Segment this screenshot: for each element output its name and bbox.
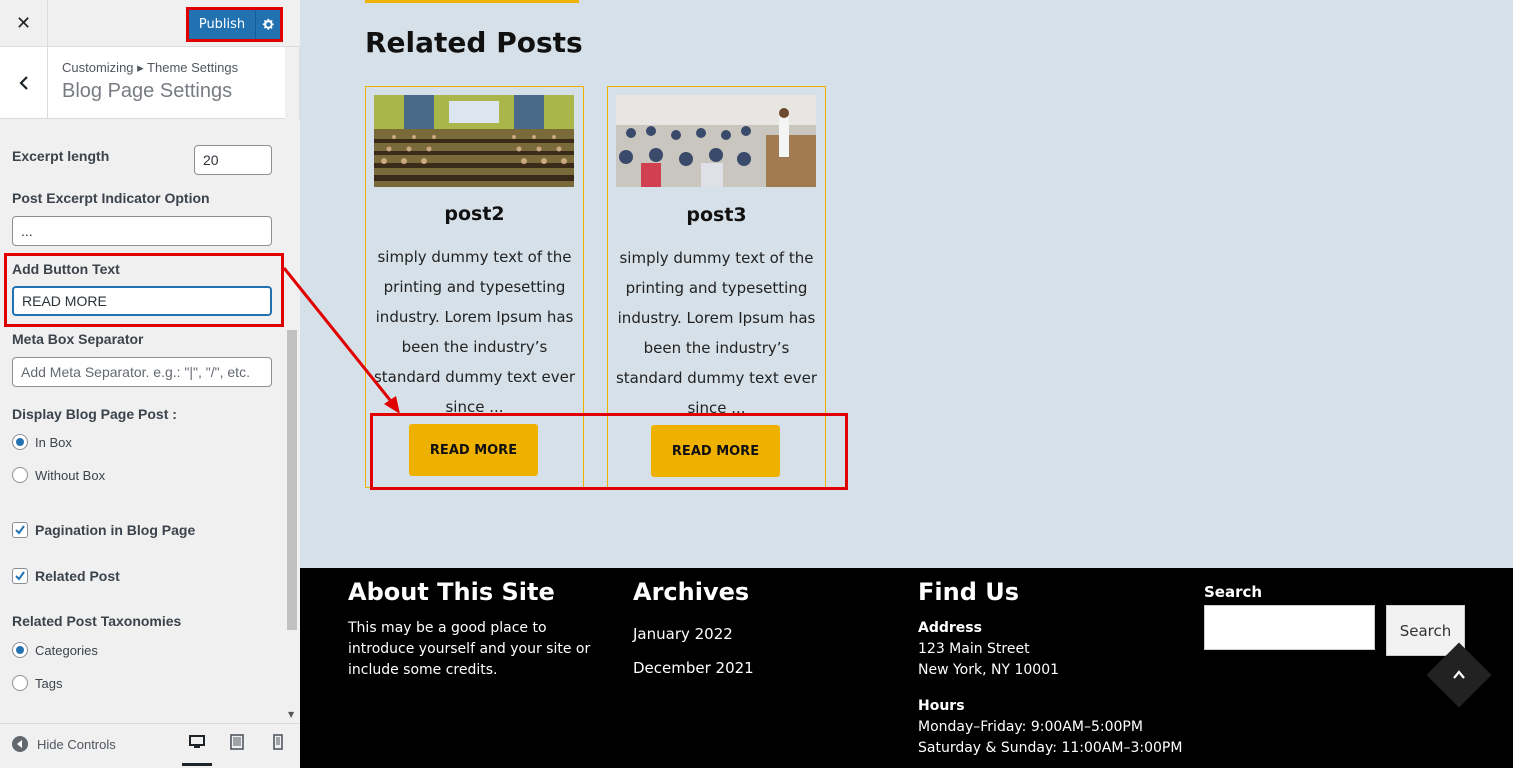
gear-icon bbox=[262, 18, 274, 30]
desktop-preview-button[interactable] bbox=[182, 734, 212, 766]
sidebar-scrollbar[interactable]: ▼ bbox=[285, 120, 300, 723]
post-thumbnail[interactable] bbox=[374, 95, 574, 187]
radio-in-box[interactable]: In Box bbox=[12, 434, 72, 450]
publish-highlight: Publish bbox=[186, 7, 283, 42]
breadcrumb: Customizing ▸ Theme Settings bbox=[62, 60, 239, 75]
meta-separator-label: Meta Box Separator bbox=[12, 331, 144, 347]
related-posts-title: Related Posts bbox=[365, 26, 583, 59]
search-input[interactable] bbox=[1204, 605, 1375, 650]
meta-separator-input[interactable]: Add Meta Separator. e.g.: "|", "/", etc. bbox=[12, 357, 272, 387]
scroll-down-arrow-icon[interactable]: ▼ bbox=[288, 710, 294, 719]
section-title: Blog Page Settings bbox=[62, 80, 233, 102]
pagination-checkbox-row[interactable]: Pagination in Blog Page bbox=[12, 522, 195, 538]
site-preview: Related Posts post2 simply dummy text of… bbox=[300, 0, 1513, 768]
post-thumbnail[interactable] bbox=[616, 95, 816, 187]
chevron-up-icon bbox=[1453, 670, 1465, 679]
chevron-left-icon bbox=[18, 76, 28, 90]
post-excerpt: simply dummy text of the printing and ty… bbox=[615, 249, 818, 417]
archive-link[interactable]: December 2021 bbox=[633, 659, 754, 677]
customizer-header: ✕ Publish bbox=[0, 0, 300, 47]
archives-title: Archives bbox=[633, 578, 750, 606]
taxonomies-label: Related Post Taxonomies bbox=[12, 613, 182, 629]
post-title[interactable]: post3 bbox=[608, 204, 825, 226]
pagination-label: Pagination in Blog Page bbox=[35, 522, 196, 538]
radio-label: Categories bbox=[35, 642, 98, 658]
radio-without-box[interactable]: Without Box bbox=[12, 467, 105, 483]
collapse-icon bbox=[12, 736, 28, 752]
excerpt-indicator-label: Post Excerpt Indicator Option bbox=[12, 190, 210, 206]
read-more-highlight bbox=[370, 413, 848, 490]
publish-button[interactable]: Publish bbox=[189, 10, 255, 39]
pagination-checkbox[interactable] bbox=[12, 522, 28, 538]
hours-line: Monday–Friday: 9:00AM–5:00PM bbox=[918, 719, 1143, 735]
excerpt-length-input[interactable]: 20 bbox=[194, 145, 272, 175]
button-text-input[interactable]: READ MORE bbox=[12, 286, 272, 316]
checkmark-icon bbox=[15, 525, 25, 535]
find-us-title: Find Us bbox=[918, 578, 1020, 606]
mobile-icon bbox=[273, 734, 283, 750]
classroom-image bbox=[616, 95, 816, 187]
hours-line: Saturday & Sunday: 11:00AM–3:00PM bbox=[918, 740, 1183, 756]
hide-controls-button[interactable]: Hide Controls bbox=[12, 736, 116, 752]
button-text-label: Add Button Text bbox=[12, 261, 120, 277]
customizer-sidebar: ✕ Publish Customizing ▸ Theme Settings B… bbox=[0, 0, 300, 768]
address-label: Address bbox=[918, 620, 982, 636]
related-post-checkbox-row[interactable]: Related Post bbox=[12, 568, 120, 584]
radio-categories[interactable]: Categories bbox=[12, 642, 98, 658]
site-footer: About This Site This may be a good place… bbox=[300, 568, 1513, 768]
radio-button[interactable] bbox=[12, 642, 28, 658]
accent-line bbox=[365, 0, 579, 3]
hide-controls-label: Hide Controls bbox=[37, 736, 116, 752]
radio-label: In Box bbox=[35, 434, 72, 450]
hours-label: Hours bbox=[918, 698, 965, 714]
search-label: Search bbox=[1204, 583, 1263, 601]
display-post-label: Display Blog Page Post : bbox=[12, 406, 177, 422]
scrollbar-thumb[interactable] bbox=[287, 330, 297, 630]
tablet-icon bbox=[230, 734, 244, 750]
about-title: About This Site bbox=[348, 578, 555, 606]
publish-settings-button[interactable] bbox=[255, 10, 280, 39]
checkmark-icon bbox=[15, 571, 25, 581]
excerpt-indicator-input[interactable]: ... bbox=[12, 216, 272, 246]
section-header: Customizing ▸ Theme Settings Blog Page S… bbox=[0, 47, 285, 119]
mobile-preview-button[interactable] bbox=[263, 734, 293, 766]
related-post-checkbox[interactable] bbox=[12, 568, 28, 584]
radio-label: Tags bbox=[35, 675, 63, 691]
desktop-icon bbox=[189, 735, 205, 748]
radio-label: Without Box bbox=[35, 467, 106, 483]
post-title[interactable]: post2 bbox=[366, 203, 583, 225]
close-icon: ✕ bbox=[15, 13, 32, 34]
address-line: New York, NY 10001 bbox=[918, 662, 1060, 678]
address-line: 123 Main Street bbox=[918, 641, 1030, 657]
lecture-hall-image bbox=[374, 95, 574, 187]
excerpt-length-label: Excerpt length bbox=[12, 148, 110, 164]
about-text: This may be a good place to introduce yo… bbox=[348, 620, 591, 678]
customizer-footer: Hide Controls bbox=[0, 723, 300, 768]
radio-button[interactable] bbox=[12, 467, 28, 483]
radio-tags[interactable]: Tags bbox=[12, 675, 62, 691]
tablet-preview-button[interactable] bbox=[222, 734, 252, 766]
post-excerpt: simply dummy text of the printing and ty… bbox=[373, 248, 576, 416]
back-button[interactable] bbox=[0, 47, 48, 119]
related-post-label: Related Post bbox=[35, 568, 120, 584]
radio-button[interactable] bbox=[12, 675, 28, 691]
close-customizer-button[interactable]: ✕ bbox=[0, 0, 48, 47]
archive-link[interactable]: January 2022 bbox=[633, 625, 733, 643]
radio-button[interactable] bbox=[12, 434, 28, 450]
